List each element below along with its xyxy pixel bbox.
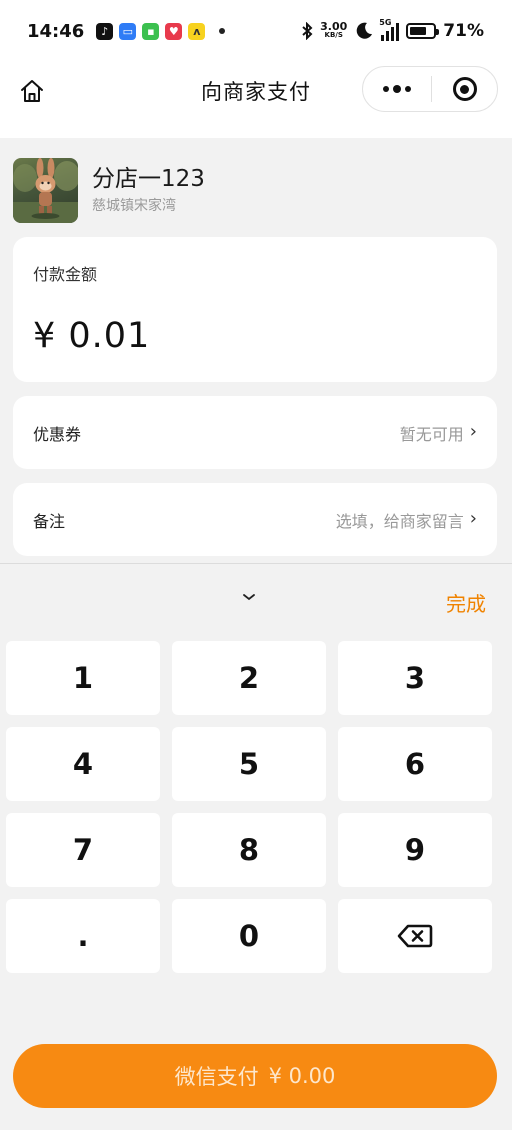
amount-label: 付款金额 (33, 265, 98, 284)
more-dots-icon[interactable] (363, 67, 431, 111)
merchant-info: 分店一123 慈城镇宋家湾 (92, 163, 205, 217)
net-speed-unit: KB/S (324, 31, 343, 39)
moon-icon (357, 22, 373, 39)
key-4[interactable]: 4 (6, 727, 160, 801)
status-left: 14:46 ♪ ▭ ▪ ♥ ʌ (27, 20, 226, 42)
tiktok-app-icon: ♪ (96, 22, 114, 40)
signal-bar (386, 31, 390, 41)
chevron-down-svg (243, 594, 255, 601)
battery-percent: 71% (443, 21, 484, 41)
merchant-avatar (13, 157, 78, 223)
more-dot (393, 85, 401, 93)
key-7[interactable]: 7 (6, 813, 160, 887)
status-bar: 14:46 ♪ ▭ ▪ ♥ ʌ 3.00 KB/S 5G 71% (0, 0, 512, 62)
merchant-header: 分店一123 慈城镇宋家湾 (13, 157, 205, 223)
chevron-down-icon[interactable] (238, 588, 260, 606)
coupon-value: 暂无可用 (399, 424, 464, 444)
chevron-right-icon: › (469, 421, 477, 442)
note-row[interactable]: 备注 选填，给商家留言 › (13, 483, 497, 556)
key-delete[interactable] (338, 899, 492, 973)
wechat-pay-button[interactable]: 微信支付 ¥ 0.00 (13, 1044, 497, 1108)
key-6[interactable]: 6 (338, 727, 492, 801)
net-speed: 3.00 KB/S (320, 20, 348, 40)
key-2[interactable]: 2 (172, 641, 326, 715)
amount-card: 付款金额 ¥ 0.01 (13, 237, 497, 382)
avatar-figure-icon (13, 157, 78, 223)
coupon-row[interactable]: 优惠券 暂无可用 › (13, 396, 497, 469)
chevron-right-icon: › (469, 508, 477, 529)
network-type: 5G (379, 18, 392, 27)
target-close-icon[interactable] (432, 67, 497, 111)
more-dot (383, 86, 389, 92)
note-label: 备注 (33, 511, 66, 531)
status-time: 14:46 (27, 20, 85, 42)
key-0[interactable]: 0 (172, 899, 326, 973)
signal-indicator: 5G (379, 18, 400, 41)
signal-bar (381, 35, 385, 41)
pay-button-label: 微信支付 (174, 1065, 259, 1089)
message-app-icon: ▪ (142, 22, 160, 40)
numeric-keypad: 1 2 3 4 5 6 7 8 9 . 0 (6, 641, 493, 974)
battery-icon (406, 23, 440, 39)
note-value-group: 选填，给商家留言 › (336, 508, 477, 532)
key-8[interactable]: 8 (172, 813, 326, 887)
net-speed-value: 3.00 (320, 20, 348, 33)
keyboard-done-button[interactable]: 完成 (446, 588, 486, 617)
key-1[interactable]: 1 (6, 641, 160, 715)
bluetooth-icon (302, 22, 313, 40)
key-dot[interactable]: . (6, 899, 160, 973)
merchant-address: 慈城镇宋家湾 (92, 198, 176, 214)
more-dot (405, 86, 411, 92)
backspace-icon (397, 924, 433, 948)
key-5[interactable]: 5 (172, 727, 326, 801)
coupon-label: 优惠券 (33, 424, 82, 444)
rabbit-app-icon: ʌ (188, 22, 206, 40)
merchant-name: 分店一123 (92, 166, 205, 192)
calendar-app-icon: ▭ (119, 22, 137, 40)
coupon-value-group: 暂无可用 › (400, 421, 477, 445)
battery-fill (410, 27, 426, 35)
status-right: 3.00 KB/S 5G 71% (301, 18, 484, 41)
signal-bar (396, 23, 400, 41)
more-notifications-icon (219, 28, 226, 34)
key-9[interactable]: 9 (338, 813, 492, 887)
key-3[interactable]: 3 (338, 641, 492, 715)
signal-bar (391, 27, 395, 41)
keyboard-divider (0, 563, 512, 564)
note-placeholder: 选填，给商家留言 (335, 511, 464, 531)
heart-app-icon: ♥ (165, 22, 183, 40)
nav-bar: 向商家支付 (0, 62, 512, 138)
target-ring (452, 77, 477, 101)
amount-input[interactable]: ¥ 0.01 (33, 316, 150, 356)
pay-button-amount: ¥ 0.00 (268, 1064, 336, 1088)
capsule-menu (362, 66, 498, 112)
target-center (460, 84, 469, 94)
